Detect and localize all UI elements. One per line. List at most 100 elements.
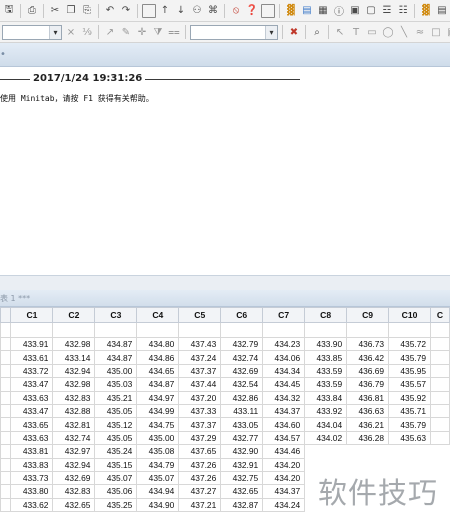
data-cell[interactable] <box>430 336 450 352</box>
data-cell[interactable]: 435.03 <box>94 377 138 392</box>
data-cell[interactable]: 434.97 <box>136 390 180 405</box>
data-cell[interactable]: 435.95 <box>388 363 432 379</box>
data-cell[interactable]: 433.14 <box>52 350 96 365</box>
data-cell[interactable]: 433.11 <box>220 403 264 419</box>
insert-rows-icon[interactable]: ↓ <box>174 4 188 18</box>
row-header[interactable] <box>0 390 12 405</box>
data-cell[interactable]: 435.72 <box>388 336 432 352</box>
column-header[interactable]: C <box>430 307 450 323</box>
zoom-icon[interactable]: ⌕ <box>310 25 324 39</box>
data-cell[interactable]: 433.85 <box>304 350 348 365</box>
data-cell[interactable]: 434.32 <box>262 390 306 405</box>
data-cell[interactable]: 432.88 <box>52 403 96 419</box>
print-icon[interactable]: ⎙ <box>25 4 39 18</box>
data-cell[interactable]: 434.34 <box>262 363 306 379</box>
session-window-icon[interactable]: ▤ <box>300 4 314 18</box>
row-header[interactable] <box>0 484 12 499</box>
data-cell[interactable]: 432.69 <box>220 363 264 379</box>
data-cell[interactable]: 436.21 <box>346 417 390 432</box>
data-cell[interactable]: 433.47 <box>10 377 54 392</box>
data-cell[interactable] <box>430 403 450 419</box>
column-name-cell[interactable] <box>136 322 180 338</box>
data-cell[interactable]: 437.24 <box>178 350 222 365</box>
data-cell[interactable]: 435.00 <box>136 430 180 446</box>
row-header[interactable] <box>0 470 12 486</box>
data-cell[interactable] <box>431 445 450 458</box>
data-cell[interactable]: 432.74 <box>220 350 264 365</box>
data-cell[interactable]: 433.62 <box>10 497 54 513</box>
data-window-icon[interactable]: ▦ <box>316 4 330 18</box>
paste-icon[interactable]: ⎘ <box>80 4 94 18</box>
row-header[interactable] <box>0 444 12 459</box>
data-cell[interactable]: 432.87 <box>220 497 264 513</box>
data-cell[interactable]: 436.42 <box>346 350 390 365</box>
column-header[interactable]: C5 <box>178 307 222 323</box>
data-cell[interactable] <box>430 350 450 365</box>
data-cell[interactable]: 433.73 <box>10 470 54 486</box>
data-cell[interactable]: 435.08 <box>136 444 180 459</box>
data-cell[interactable]: 437.43 <box>178 336 222 352</box>
column-name-cell[interactable] <box>388 322 432 338</box>
graph-brush-icon[interactable]: ▓ <box>419 4 433 18</box>
data-cell[interactable] <box>347 445 389 458</box>
column-header[interactable]: C4 <box>136 307 180 323</box>
data-cell[interactable] <box>389 445 431 458</box>
data-cell[interactable]: 437.26 <box>178 470 222 486</box>
corner-cell[interactable] <box>0 307 12 323</box>
filter-icon[interactable]: ⧩ <box>151 25 165 39</box>
data-cell[interactable]: 435.15 <box>94 457 138 472</box>
data-cell[interactable] <box>430 363 450 379</box>
rectangle-icon[interactable]: ▭ <box>365 25 379 39</box>
font-combo[interactable]: ▾ <box>190 24 278 40</box>
data-cell[interactable]: 437.65 <box>178 444 222 459</box>
data-cell[interactable]: 432.79 <box>220 336 264 352</box>
data-cell[interactable]: 432.65 <box>52 497 96 513</box>
data-cell[interactable]: 434.87 <box>136 377 180 392</box>
crosshair-icon[interactable]: ✛ <box>135 25 149 39</box>
data-cell[interactable]: 432.69 <box>52 470 96 486</box>
polygon-icon[interactable]: □ <box>429 25 443 39</box>
column-header[interactable]: C2 <box>52 307 96 323</box>
line-icon[interactable]: ╲ <box>397 25 411 39</box>
data-cell[interactable]: 434.99 <box>136 403 180 419</box>
data-cell[interactable]: 436.73 <box>346 336 390 352</box>
data-cell[interactable]: 435.79 <box>388 417 432 432</box>
row-header[interactable] <box>0 363 12 379</box>
column-name-cell[interactable] <box>52 322 96 338</box>
data-cell[interactable] <box>430 430 450 446</box>
insert-cells-icon[interactable]: ↑ <box>158 4 172 18</box>
equal-icon[interactable]: ⩵ <box>167 25 181 39</box>
undo-icon[interactable]: ↶ <box>103 4 117 18</box>
row-header[interactable] <box>0 430 12 446</box>
data-cell[interactable]: 436.63 <box>346 403 390 419</box>
data-cell[interactable]: 435.92 <box>388 390 432 405</box>
data-cell[interactable]: 434.80 <box>136 336 180 352</box>
cut-icon[interactable]: ✂ <box>48 4 62 18</box>
data-cell[interactable]: 434.20 <box>262 470 306 486</box>
data-cell[interactable]: 433.80 <box>10 484 54 499</box>
row-header[interactable] <box>0 336 12 352</box>
column-header[interactable]: C9 <box>346 307 390 323</box>
data-cell[interactable]: 435.05 <box>94 430 138 446</box>
data-cell[interactable]: 437.20 <box>178 390 222 405</box>
ellipse-icon[interactable]: ◯ <box>381 25 395 39</box>
help-icon[interactable]: ❓ <box>245 4 259 18</box>
column-header[interactable]: C10 <box>388 307 432 323</box>
text-tool-icon[interactable]: T <box>349 25 363 39</box>
data-cell[interactable]: 433.63 <box>10 430 54 446</box>
data-cell[interactable]: 435.24 <box>94 444 138 459</box>
data-cell[interactable]: 437.37 <box>178 363 222 379</box>
related-documents-icon[interactable]: ☲ <box>380 4 394 18</box>
data-cell[interactable]: 434.06 <box>262 350 306 365</box>
data-cell[interactable]: 437.27 <box>178 484 222 499</box>
data-cell[interactable]: 433.90 <box>304 336 348 352</box>
data-cell[interactable]: 434.04 <box>304 417 348 432</box>
polyline-icon[interactable]: ≈ <box>413 25 427 39</box>
copy-icon[interactable]: ❐ <box>64 4 78 18</box>
data-cell[interactable]: 433.83 <box>10 457 54 472</box>
column-name-cell[interactable] <box>304 322 348 338</box>
data-cell[interactable]: 432.97 <box>52 444 96 459</box>
data-cell[interactable]: 435.07 <box>136 470 180 486</box>
data-cell[interactable]: 436.28 <box>346 430 390 446</box>
data-cell[interactable]: 434.87 <box>94 336 138 352</box>
